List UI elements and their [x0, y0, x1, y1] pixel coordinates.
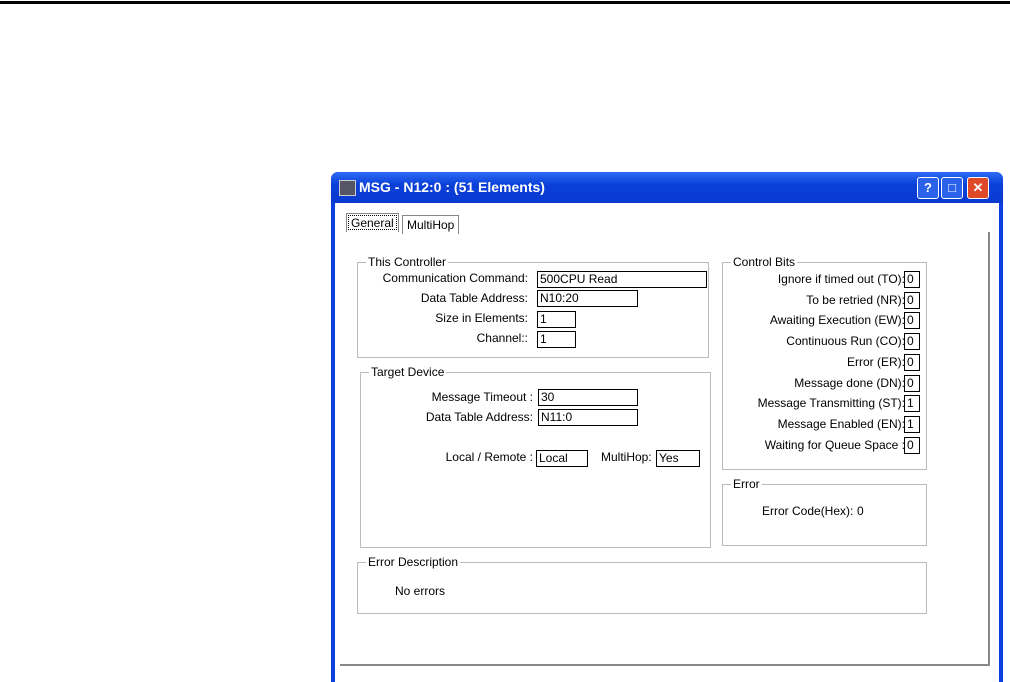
- data-table-address-field[interactable]: N10:20: [537, 290, 638, 307]
- control-bit-value: 0: [904, 353, 920, 371]
- target-address-label: Data Table Address:: [425, 410, 533, 424]
- control-bit-label: Awaiting Execution (EW):: [769, 313, 905, 328]
- comm-command-field[interactable]: 500CPU Read: [537, 271, 707, 288]
- control-bit-value: 0: [904, 312, 920, 330]
- channel-field[interactable]: 1: [537, 331, 576, 348]
- control-bit-label: Waiting for Queue Space :: [764, 437, 905, 452]
- dialog-body: General MultiHop This Controller Communi…: [335, 203, 999, 682]
- target-device-group: Target Device Message Timeout : 30 Data …: [360, 365, 711, 548]
- target-address-field[interactable]: N11:0: [538, 409, 638, 426]
- error-code-value: 0: [857, 504, 864, 518]
- group-legend: Error: [731, 477, 762, 491]
- comm-command-label: Communication Command:: [382, 271, 528, 285]
- control-bit-label: Continuous Run (CO):: [786, 334, 905, 349]
- tab-general[interactable]: General: [346, 213, 399, 232]
- error-group: Error Error Code(Hex): 0: [722, 477, 927, 546]
- control-bit-label: To be retried (NR):: [806, 292, 905, 307]
- group-legend: This Controller: [366, 255, 449, 269]
- local-remote-label: Local / Remote :: [445, 450, 533, 464]
- size-label: Size in Elements:: [435, 311, 528, 325]
- control-bit-value: 0: [904, 291, 920, 309]
- close-button[interactable]: ✕: [967, 177, 989, 199]
- help-button[interactable]: ?: [917, 177, 939, 199]
- multihop-field[interactable]: Yes: [656, 450, 700, 467]
- control-bit-label: Message Enabled (EN):: [777, 416, 905, 431]
- control-bit-value: 1: [904, 395, 920, 413]
- error-description-group: Error Description No errors: [357, 555, 927, 614]
- control-bit-label: Message done (DN):: [794, 375, 905, 390]
- control-bit-value: 0: [904, 436, 920, 454]
- page-rule: [0, 1, 1010, 4]
- group-legend: Control Bits: [731, 255, 798, 269]
- title-bar[interactable]: MSG - N12:0 : (51 Elements) ? □ ✕: [331, 172, 1003, 203]
- control-bit-value: 1: [904, 415, 920, 433]
- control-bit-label: Error (ER):: [847, 354, 905, 369]
- control-bit-label: Message Transmitting (ST):: [757, 396, 905, 411]
- message-timeout-field[interactable]: 30: [538, 389, 638, 406]
- maximize-button[interactable]: □: [941, 177, 963, 199]
- local-remote-field[interactable]: Local: [536, 450, 588, 467]
- control-bits-group: Control Bits Ignore if timed out (TO): 0…: [722, 255, 927, 470]
- channel-label: Channel::: [476, 331, 528, 345]
- error-description-text: No errors: [395, 584, 446, 598]
- size-field[interactable]: 1: [537, 311, 576, 328]
- msg-dialog: MSG - N12:0 : (51 Elements) ? □ ✕ Genera…: [331, 172, 1003, 682]
- data-table-address-label: Data Table Address:: [420, 291, 528, 305]
- control-bit-label: Ignore if timed out (TO):: [777, 272, 905, 286]
- multihop-label: MultiHop:: [601, 450, 652, 464]
- control-bit-value: 0: [904, 374, 920, 392]
- control-bit-value: 0: [904, 333, 920, 351]
- message-timeout-label: Message Timeout :: [431, 390, 533, 404]
- group-legend: Error Description: [366, 555, 461, 569]
- group-legend: Target Device: [369, 365, 447, 379]
- error-code-label: Error Code(Hex):: [762, 504, 854, 518]
- this-controller-group: This Controller Communication Command: 5…: [357, 255, 709, 358]
- control-bit-value: 0: [904, 271, 920, 288]
- window-title: MSG - N12:0 : (51 Elements): [359, 179, 545, 195]
- app-icon: [339, 180, 356, 196]
